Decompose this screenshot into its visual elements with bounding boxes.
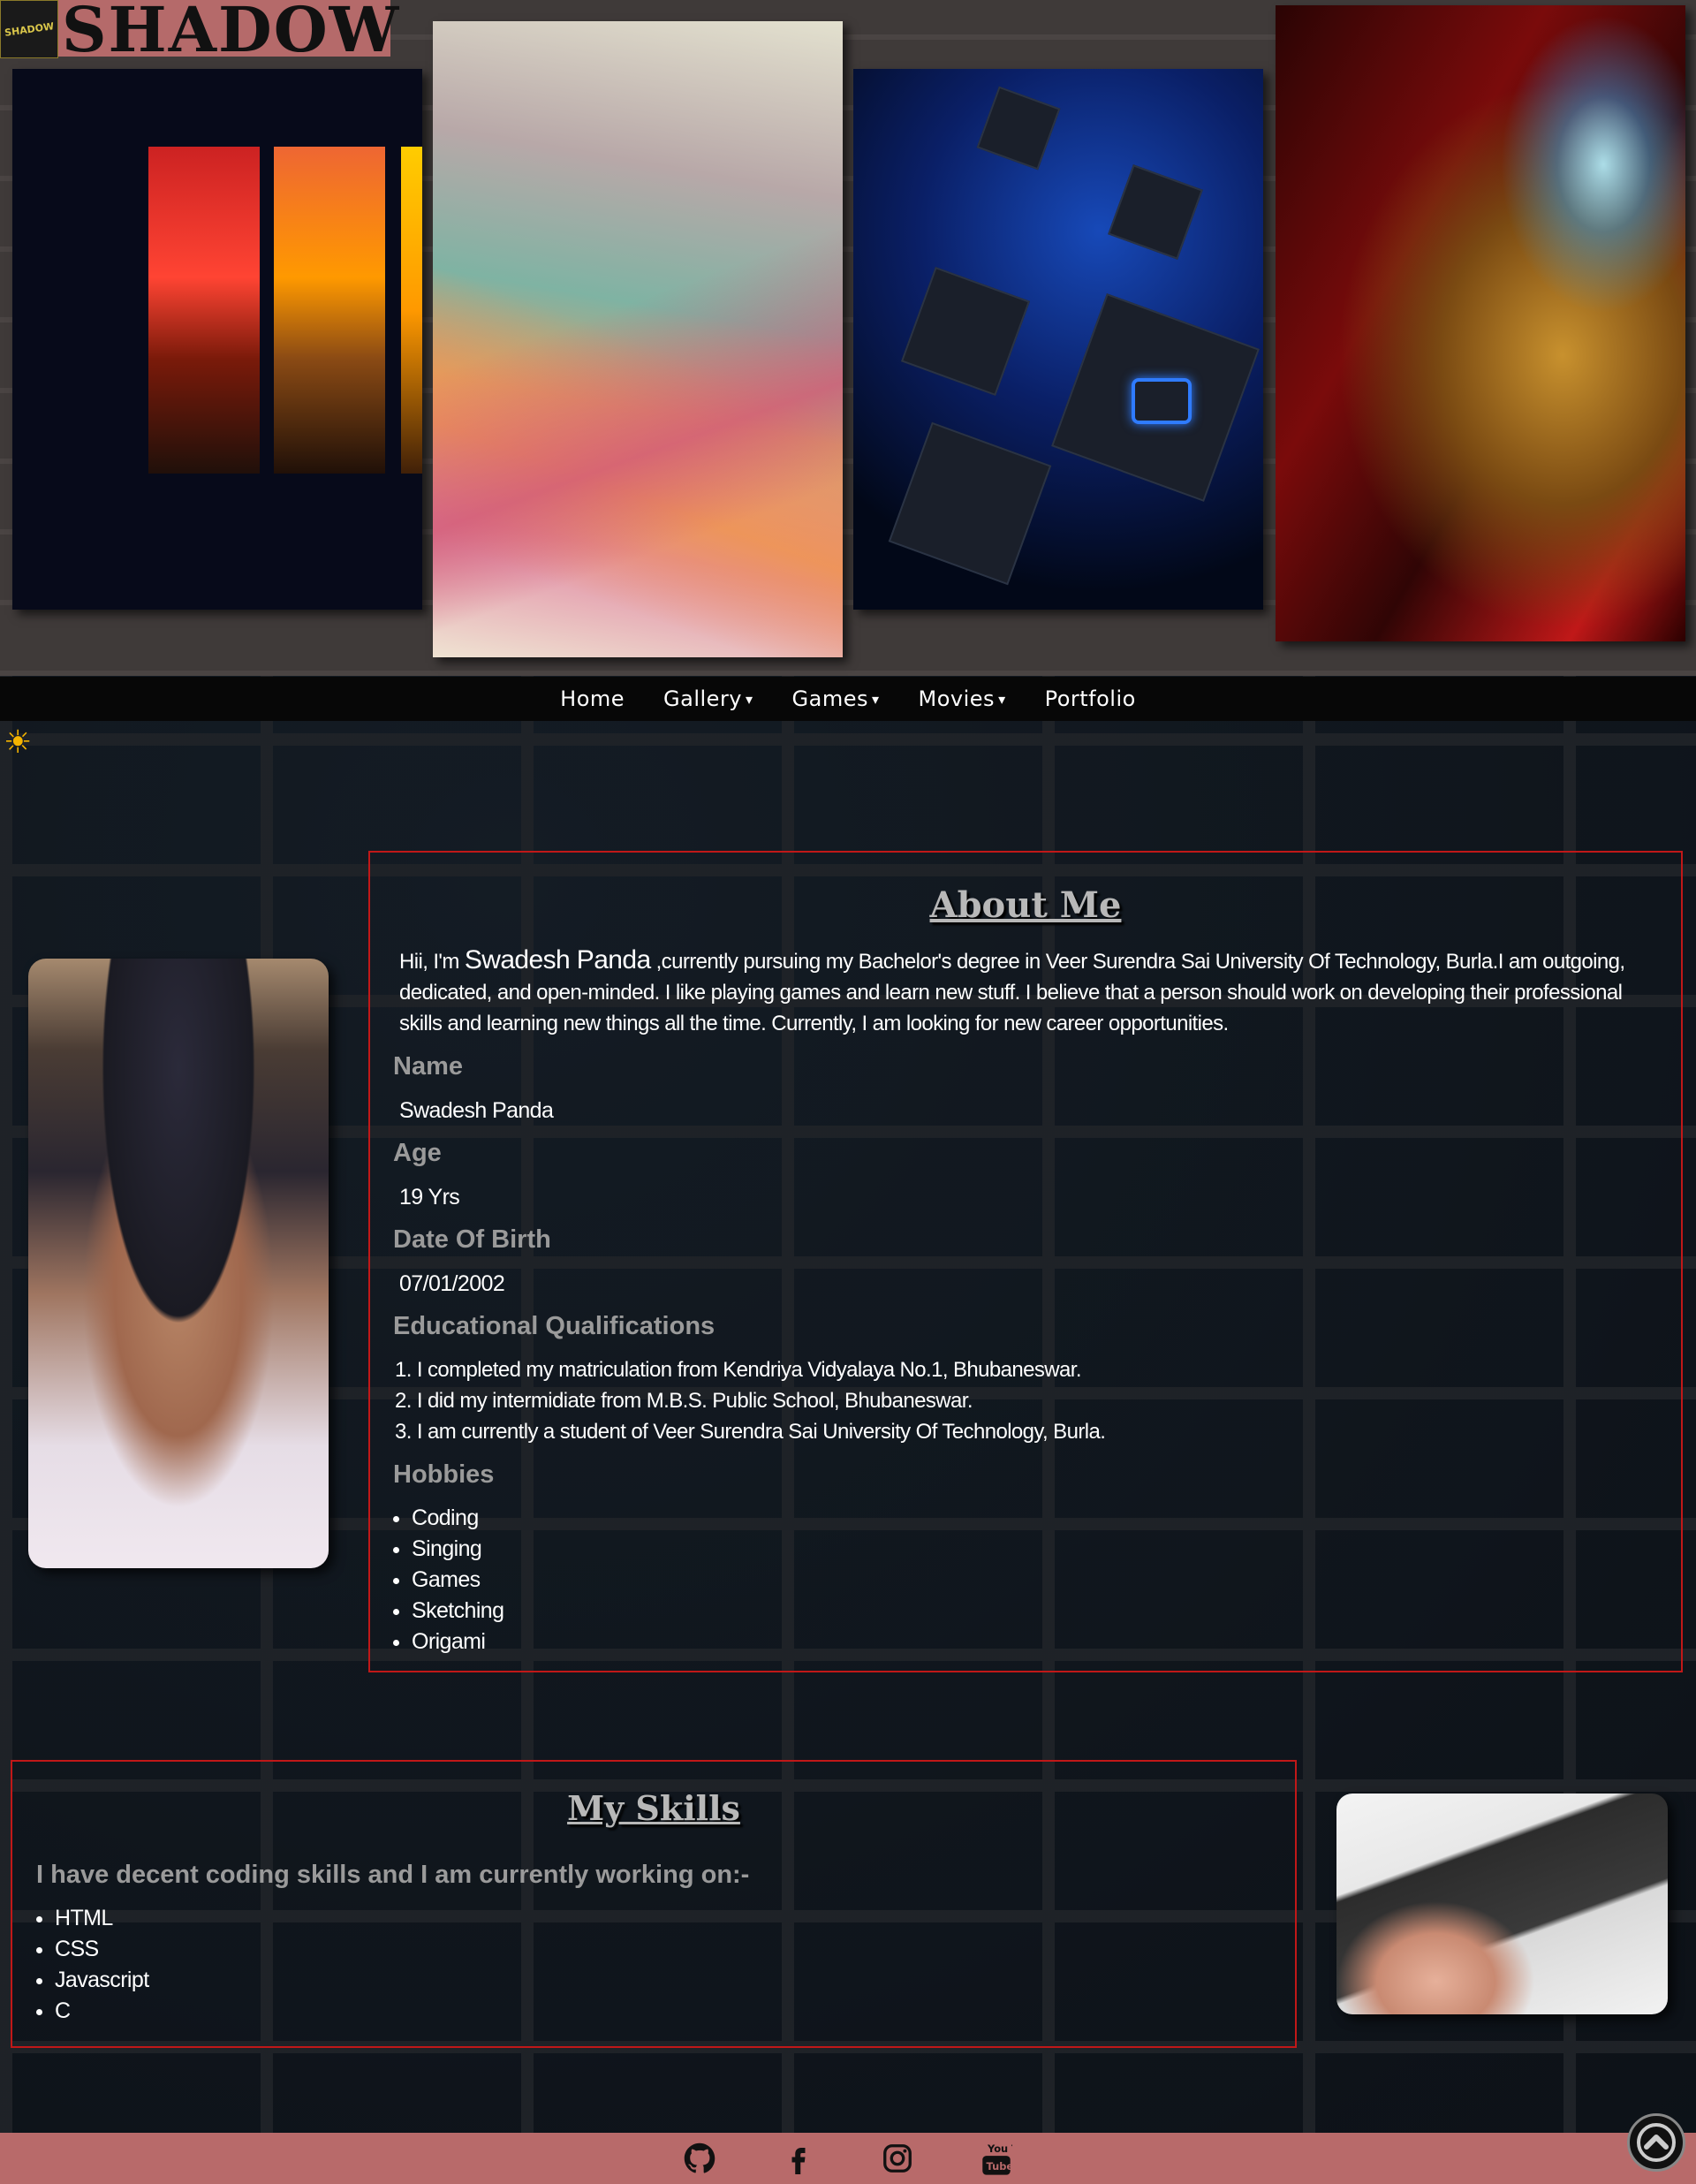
list-item: Games <box>412 1565 504 1596</box>
about-title: About Me <box>929 884 1122 926</box>
dob-heading: Date Of Birth <box>393 1225 551 1254</box>
nav-home[interactable]: Home <box>560 686 625 711</box>
list-item: 1. I completed my matriculation from Ken… <box>395 1358 1082 1382</box>
youtube-icon[interactable]: You Tube Tube <box>979 2141 1014 2176</box>
footer: You Tube Tube <box>0 2133 1696 2184</box>
list-item: 2. I did my intermidiate from M.B.S. Pub… <box>395 1389 973 1413</box>
brand-title: SHADOW <box>62 0 401 66</box>
nav-games[interactable]: Games ▾ <box>792 686 880 711</box>
list-item: Sketching <box>412 1596 504 1627</box>
age-heading: Age <box>393 1139 442 1167</box>
site-logo[interactable]: SHADOW <box>0 0 58 58</box>
hobbies-list: Coding Singing Games Sketching Origami <box>387 1503 504 1657</box>
iron-man-image <box>1276 5 1685 641</box>
svg-text:Tube: Tube <box>987 2160 1012 2173</box>
name-heading: Name <box>393 1052 463 1081</box>
sunset-strips-image <box>12 69 422 610</box>
list-item: CSS <box>55 1934 149 1965</box>
svg-text:You Tube: You Tube <box>987 2142 1012 2155</box>
hobbies-heading: Hobbies <box>393 1460 495 1489</box>
education-list: 1. I completed my matriculation from Ken… <box>395 1354 1106 1447</box>
list-item: HTML <box>55 1903 149 1934</box>
playstation-cubes-image <box>853 69 1263 610</box>
list-item: 3. I am currently a student of Veer Sure… <box>395 1420 1106 1444</box>
laptop-image <box>1336 1793 1668 2014</box>
about-intro: Hii, I'm Swadesh Panda ,currently pursui… <box>399 945 1625 1035</box>
nav-gallery[interactable]: Gallery ▾ <box>663 686 753 711</box>
list-item: Singing <box>412 1534 504 1565</box>
chevron-down-icon: ▾ <box>872 690 880 708</box>
skills-list: HTML CSS Javascript C <box>30 1903 149 2027</box>
nav-movies[interactable]: Movies ▾ <box>919 686 1006 711</box>
dob-value: 07/01/2002 <box>399 1271 505 1296</box>
header-banner: SHADOW SHADOW <box>0 0 1696 676</box>
instagram-icon[interactable] <box>880 2141 915 2176</box>
github-icon[interactable] <box>682 2141 717 2176</box>
main-nav: Home Gallery ▾ Games ▾ Movies ▾ Portfolio <box>0 677 1696 721</box>
list-item: Origami <box>412 1627 504 1657</box>
origami-cranes-image <box>433 21 843 657</box>
sun-icon[interactable]: ☀ <box>4 726 32 758</box>
chevron-down-icon: ▾ <box>746 690 753 708</box>
profile-photo <box>28 959 329 1568</box>
education-heading: Educational Qualifications <box>393 1312 716 1340</box>
skills-section: My Skills I have decent coding skills an… <box>11 1760 1297 2048</box>
about-section: About Me Hii, I'm Swadesh Panda ,current… <box>368 851 1683 1672</box>
facebook-icon[interactable] <box>781 2141 816 2176</box>
skills-title: My Skills <box>567 1788 740 1828</box>
nav-portfolio[interactable]: Portfolio <box>1045 686 1136 711</box>
chevron-down-icon: ▾ <box>998 690 1006 708</box>
chevron-up-icon <box>1637 2123 1676 2162</box>
list-item: C <box>55 1996 149 2027</box>
back-to-top-button[interactable] <box>1627 2113 1685 2172</box>
list-item: Javascript <box>55 1965 149 1996</box>
name-value: Swadesh Panda <box>399 1098 554 1123</box>
skills-intro: I have decent coding skills and I am cur… <box>36 1861 750 1889</box>
age-value: 19 Yrs <box>399 1185 460 1210</box>
intro-name: Swadesh Panda <box>464 945 651 974</box>
list-item: Coding <box>412 1503 504 1534</box>
